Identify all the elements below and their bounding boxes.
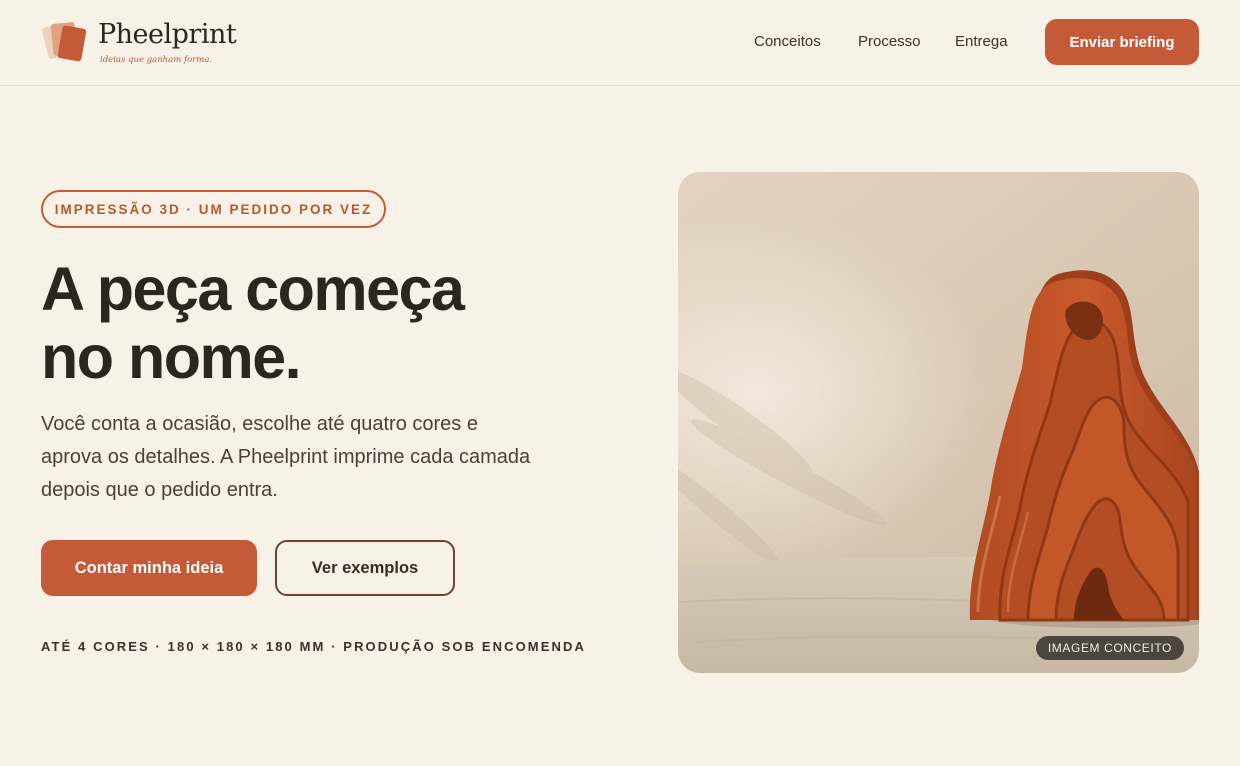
hero-headline-line-2: no nome. — [41, 323, 302, 391]
send-briefing-button[interactable]: Enviar briefing — [1045, 19, 1199, 65]
product-specs: ATÉ 4 CORES · 180 × 180 × 180 MM · PRODU… — [41, 639, 586, 654]
brand-name: Pheelprint — [98, 19, 237, 50]
nav-link-entrega[interactable]: Entrega — [955, 33, 1008, 50]
site-header: Pheelprint ideias que ganham forma. Conc… — [0, 0, 1240, 86]
hero-eyebrow-pill: IMPRESSÃO 3D · UM PEDIDO POR VEZ — [41, 190, 386, 228]
hero-headline: A peça começa no nome. — [41, 255, 601, 391]
concept-image-badge: IMAGEM CONCEITO — [1035, 636, 1184, 660]
contar-ideia-button[interactable]: Contar minha ideia — [41, 540, 257, 596]
brand-logo[interactable]: Pheelprint ideias que ganham forma. — [42, 17, 242, 67]
brand-tagline: ideias que ganham forma. — [100, 55, 213, 65]
hero-headline-line-1: A peça começa — [41, 255, 465, 323]
nav-link-processo[interactable]: Processo — [858, 33, 921, 50]
concept-image: IMAGEM CONCEITO — [678, 172, 1199, 673]
nav-link-conceitos[interactable]: Conceitos — [754, 33, 821, 50]
sculpture-illustration — [678, 172, 1199, 673]
stacked-cards-icon — [42, 22, 87, 62]
ver-exemplos-button[interactable]: Ver exemplos — [275, 540, 455, 596]
hero-lead-text: Você conta a ocasião, escolhe até quatro… — [41, 413, 531, 501]
